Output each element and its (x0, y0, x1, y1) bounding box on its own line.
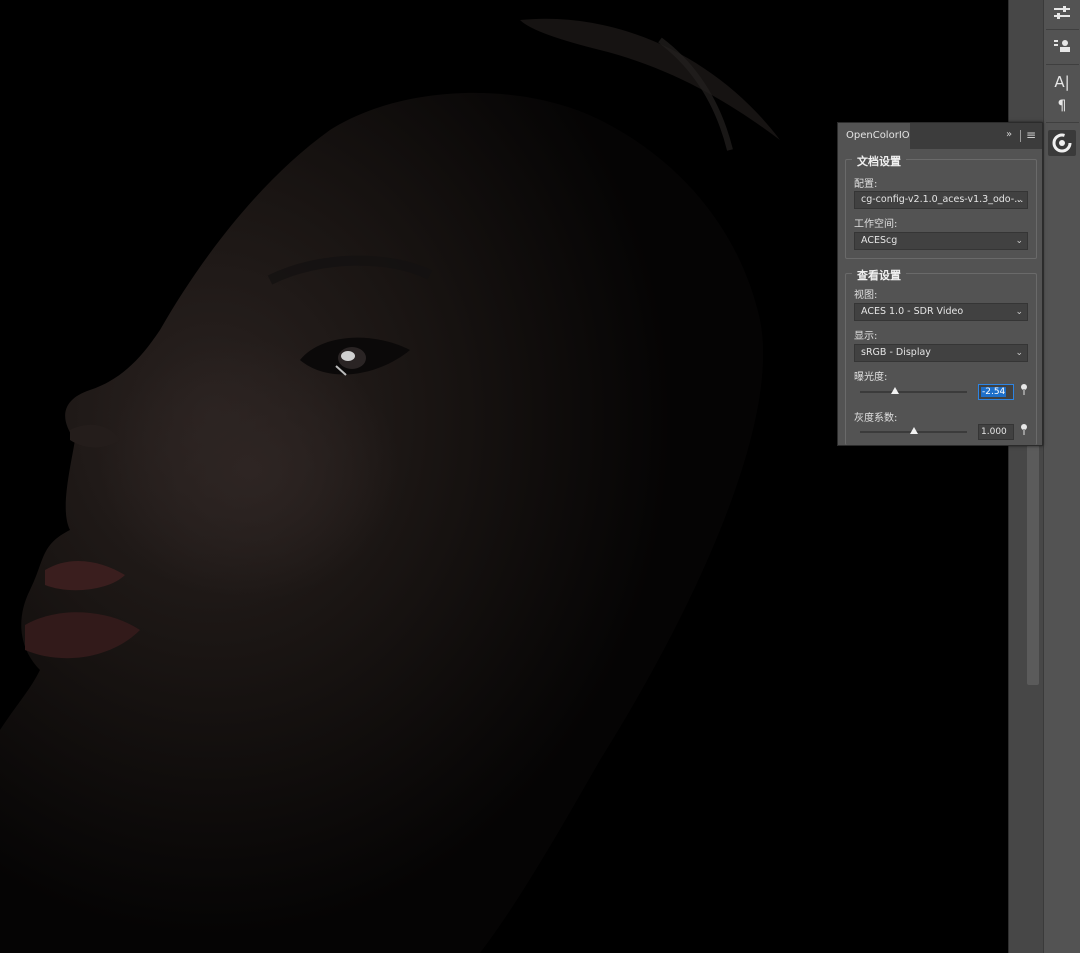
config-label: 配置: (854, 179, 878, 190)
chevron-down-icon: ⌄ (1015, 307, 1023, 317)
canvas-scrollbar-thumb[interactable] (1027, 445, 1039, 685)
tabbar-divider (1020, 130, 1021, 142)
view-label: 视图: (854, 290, 878, 301)
toolbar-divider (1046, 122, 1079, 123)
panel-menu-icon[interactable]: ≡ (1026, 128, 1036, 142)
properties-icon[interactable] (1048, 33, 1076, 59)
gamma-pin-stem (1023, 429, 1025, 435)
character-icon[interactable]: A| (1048, 69, 1076, 95)
working-space-label: 工作空间: (854, 219, 898, 230)
exposure-slider-track[interactable] (860, 391, 967, 393)
doc-settings-title: 文档设置 (852, 153, 906, 169)
gamma-input[interactable]: 1.000 (978, 424, 1014, 440)
chevron-down-icon: ⌄ (1015, 236, 1023, 246)
exposure-pin-stem (1023, 389, 1025, 395)
chevron-down-icon: ⌄ (1015, 195, 1023, 205)
toolbar-divider (1046, 29, 1079, 30)
gamma-value: 1.000 (981, 427, 1007, 437)
view-select[interactable]: ACES 1.0 - SDR Video ⌄ (854, 303, 1028, 321)
exposure-value: -2.54 (981, 387, 1007, 397)
config-select-value: cg-config-v2.1.0_aces-v1.3_odo-... (861, 194, 1024, 205)
exposure-label: 曝光度: (854, 372, 888, 383)
opencolorio-icon[interactable] (1048, 130, 1076, 156)
gamma-slider-thumb[interactable] (909, 427, 918, 434)
config-select[interactable]: cg-config-v2.1.0_aces-v1.3_odo-... ⌄ (854, 191, 1028, 209)
display-select[interactable]: sRGB - Display ⌄ (854, 344, 1028, 362)
view-select-value: ACES 1.0 - SDR Video (861, 306, 964, 317)
chevron-down-icon: ⌄ (1015, 348, 1023, 358)
view-settings-title: 查看设置 (852, 267, 906, 283)
display-select-value: sRGB - Display (861, 347, 931, 358)
tab-opencolorio[interactable]: OpenColorIO (838, 123, 910, 149)
paragraph-icon[interactable]: ¶ (1048, 93, 1076, 119)
adjustments-icon[interactable] (1048, 0, 1076, 26)
exposure-slider-thumb[interactable] (891, 387, 900, 394)
gamma-label: 灰度系数: (854, 413, 898, 424)
working-space-select[interactable]: ACEScg ⌄ (854, 232, 1028, 250)
toolbar-divider (1046, 64, 1079, 65)
panel-icon-toolbar: A| ¶ (1043, 0, 1080, 953)
display-label: 显示: (854, 331, 878, 342)
working-space-select-value: ACEScg (861, 235, 898, 246)
panel-tab-bar: OpenColorIO » ≡ (838, 123, 1042, 149)
collapse-panel-icon[interactable]: » (1006, 129, 1012, 140)
opencolorio-panel: OpenColorIO » ≡ 文档设置 配置: cg-config-v2.1.… (837, 122, 1043, 446)
exposure-input[interactable]: -2.54 (978, 384, 1014, 400)
